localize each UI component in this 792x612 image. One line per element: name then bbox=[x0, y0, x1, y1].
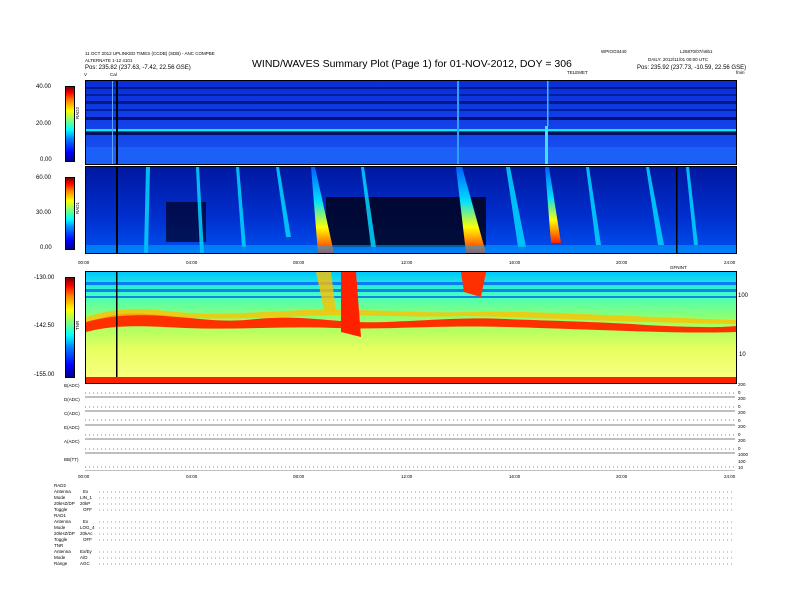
hk-right-tick: 200 bbox=[738, 410, 746, 415]
position-left: Pos: 235.82 (237.63, -7.42, 22.56 GSE) bbox=[85, 65, 191, 71]
time-tick: 08:00 bbox=[293, 474, 305, 479]
rad2-tick-top: 40.00 bbox=[36, 84, 52, 90]
time-tick: 20:00 bbox=[616, 474, 628, 479]
time-tick: 04:00 bbox=[186, 474, 198, 479]
hk-right-tick: 200 bbox=[738, 438, 746, 443]
hk-label: B(ADC) bbox=[64, 383, 80, 388]
time-tick: 16:00 bbox=[509, 474, 521, 479]
page-title: WIND/WAVES Summary Plot (Page 1) for 01-… bbox=[252, 58, 572, 70]
hk-right-tick: 0 bbox=[738, 446, 741, 451]
hk-right-tick: 200 bbox=[738, 424, 746, 429]
tnr-corner-label: GFNINT bbox=[670, 265, 687, 270]
time-tick: 00:00 bbox=[78, 260, 90, 265]
tnr-tick-mid: -142.50 bbox=[34, 323, 55, 329]
hk-right-tick: 200 bbox=[738, 382, 746, 387]
rad1-tick-bottom: 0.00 bbox=[40, 245, 52, 251]
cal-marker: Cal bbox=[110, 72, 117, 77]
header-info-right-1: WPIOO3440 bbox=[601, 49, 627, 54]
time-tick: 00:00 bbox=[78, 474, 90, 479]
hk-label: BB(TT) bbox=[64, 457, 79, 462]
tnr-label: TNR bbox=[75, 320, 80, 330]
tnr-right-tick-100: 100 bbox=[738, 293, 749, 299]
rad2-spectrogram bbox=[85, 80, 737, 165]
header-info-left-2: ALTERNATE 1-12 4101 bbox=[85, 58, 133, 63]
header-info-right-2: L25870/07/n8b1 bbox=[680, 49, 713, 54]
tnr-colorbar bbox=[65, 277, 75, 378]
hk-label: C(ADC) bbox=[64, 411, 80, 416]
rad2-colorbar bbox=[65, 86, 75, 162]
rad2-tick-mid: 20.00 bbox=[36, 121, 52, 127]
time-tick: 20:00 bbox=[616, 260, 628, 265]
hk-right-tick: 10 bbox=[738, 465, 744, 470]
hk-right-tick: 200 bbox=[738, 396, 746, 401]
rad1-spectrogram bbox=[85, 166, 737, 254]
rad1-colorbar bbox=[65, 177, 75, 250]
hk-right-tick: 1000 bbox=[738, 452, 749, 457]
header-info-left-1: 11 OCT 2012 UPLINKED TIMES (CCDB) (SDB) … bbox=[85, 51, 215, 56]
hk-right-tick: 100 bbox=[738, 459, 746, 464]
time-tick: 24:00 bbox=[724, 260, 736, 265]
hk-right-tick: 0 bbox=[738, 390, 741, 395]
daily-label: DAILY: 2012/11/01 00:00 UTC bbox=[648, 57, 709, 62]
housekeeping-panel bbox=[85, 383, 735, 471]
hk-right-tick: 0 bbox=[738, 404, 741, 409]
rad1-tick-mid: 30.00 bbox=[36, 210, 52, 216]
tnr-tick-bottom: -155.00 bbox=[34, 372, 55, 378]
time-tick: 08:00 bbox=[293, 260, 305, 265]
hk-label: E(ADC) bbox=[64, 425, 80, 430]
v-marker: V bbox=[84, 72, 88, 77]
tnr-tick-top: -130.00 bbox=[34, 275, 55, 281]
rad1-tick-top: 60.00 bbox=[36, 175, 52, 181]
rad1-label: RAD1 bbox=[75, 201, 80, 214]
rad2-tick-bottom: 0.00 bbox=[40, 157, 52, 163]
time-tick: 04:00 bbox=[186, 260, 198, 265]
time-tick: 12:00 bbox=[401, 260, 413, 265]
hk-right-tick: 0 bbox=[738, 418, 741, 423]
hk-label: D(ADC) bbox=[64, 397, 80, 402]
hk-right-tick: 0 bbox=[738, 432, 741, 437]
time-tick: 16:00 bbox=[509, 260, 521, 265]
status-table: RAD2 Antenna Ex Mode LIN_1 20kHZ/DP 20kP… bbox=[54, 483, 754, 570]
hk-label: A(ADC) bbox=[64, 439, 80, 444]
telemetry-label: TELEMET bbox=[567, 70, 588, 75]
tnr-right-tick-10: 10 bbox=[739, 352, 746, 358]
tnr-spectrogram bbox=[85, 271, 737, 384]
position-right: Pos: 235.92 (237.73, -10.59, 22.56 GSE) bbox=[637, 65, 747, 71]
fmin-marker: fmin bbox=[736, 70, 745, 75]
time-tick: 12:00 bbox=[401, 474, 413, 479]
rad2-label: RAD2 bbox=[75, 106, 80, 119]
page: { "header": { "left_line1": "11 OCT 2012… bbox=[0, 0, 792, 612]
time-tick: 24:00 bbox=[724, 474, 736, 479]
